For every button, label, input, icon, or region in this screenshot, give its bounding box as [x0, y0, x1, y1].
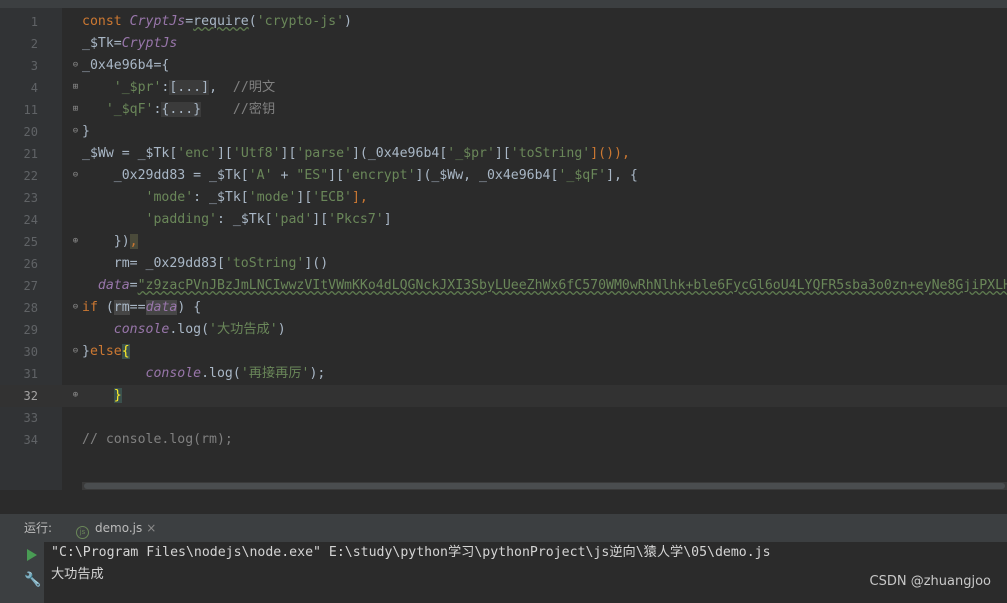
code-text: _$Ww = _$Tk['enc']['Utf8']['parse'](_0x4…: [82, 146, 630, 161]
code-text: // console.log(rm);: [82, 432, 233, 447]
code-line[interactable]: 3 ⊖ _0x4e96b4={: [0, 55, 1007, 77]
fold-marker-icon[interactable]: ⊖: [71, 171, 80, 180]
fold-marker-icon[interactable]: ⊞: [71, 83, 80, 92]
code-line[interactable]: 24 'padding': _$Tk['pad']['Pkcs7']: [0, 209, 1007, 231]
folded-region[interactable]: [...]: [169, 80, 210, 95]
line-number: 1: [30, 15, 38, 29]
fold-marker-icon[interactable]: ⊖: [71, 303, 80, 312]
code-text: '_$pr':[...], //明文: [113, 80, 276, 95]
wrench-icon[interactable]: 🔧: [24, 572, 41, 588]
code-line[interactable]: 29 console.log('大功告成'): [0, 319, 1007, 341]
fold-marker-icon[interactable]: ⊕: [71, 391, 80, 400]
code-text: }: [82, 124, 90, 139]
code-line[interactable]: 31 console.log('再接再厉');: [0, 363, 1007, 385]
line-number: 26: [23, 257, 38, 271]
code-text: }: [82, 385, 122, 407]
fold-marker-icon[interactable]: ⊖: [71, 347, 80, 356]
fold-marker-icon[interactable]: ⊕: [71, 237, 80, 246]
line-number: 24: [23, 213, 38, 227]
code-editor[interactable]: 1 const CryptJs=require('crypto-js') 2 _…: [0, 8, 1007, 490]
line-number: 2: [30, 37, 38, 51]
line-number: 23: [23, 191, 38, 205]
code-line[interactable]: 33: [0, 407, 1007, 429]
code-text: _$Tk=CryptJs: [82, 36, 178, 51]
line-number: 25: [23, 235, 38, 249]
code-line[interactable]: 23 'mode': _$Tk['mode']['ECB'],: [0, 187, 1007, 209]
line-number: 29: [23, 323, 38, 337]
code-line[interactable]: 22 ⊖ _0x29dd83 = _$Tk['A' + "ES"]['encry…: [0, 165, 1007, 187]
line-number: 3: [30, 59, 38, 73]
code-text: console.log('再接再厉');: [145, 366, 326, 381]
line-number: 28: [23, 301, 38, 315]
folded-region[interactable]: {...}: [161, 102, 202, 117]
line-number: 27: [23, 279, 38, 293]
code-line[interactable]: 4 ⊞ '_$pr':[...], //明文: [0, 77, 1007, 99]
run-toolbar: 运行: js demo.js ×: [0, 514, 1007, 543]
code-line[interactable]: 28 ⊖ if (rm==data) {: [0, 297, 1007, 319]
run-tab-demo-js[interactable]: js demo.js ×: [70, 514, 162, 542]
line-number: 4: [30, 81, 38, 95]
line-number: 31: [23, 367, 38, 381]
editor-tab-strip: [0, 0, 1007, 8]
run-tab-label: demo.js: [95, 521, 143, 535]
horizontal-scrollbar[interactable]: [82, 482, 1007, 490]
fold-marker-icon[interactable]: ⊖: [71, 127, 80, 136]
matched-brace: }: [113, 388, 122, 403]
code-text: }),: [113, 234, 138, 249]
line-number: 33: [23, 411, 38, 425]
console-command-line: "C:\Program Files\nodejs\node.exe" E:\st…: [51, 545, 771, 560]
code-line[interactable]: 27 data="z9zacPVnJBzJmLNCIwwzVItVWmKKo4d…: [0, 275, 1007, 297]
code-text: rm= _0x29dd83['toString'](): [82, 256, 329, 271]
console-output-line: 大功告成: [51, 567, 104, 582]
code-text: data="z9zacPVnJBzJmLNCIwwzVItVWmKKo4dLQG…: [97, 278, 1007, 293]
run-label: 运行:: [24, 521, 53, 535]
code-text: '_$qF':{...} //密钥: [105, 102, 276, 117]
close-icon[interactable]: ×: [146, 521, 156, 535]
line-number: 30: [23, 345, 38, 359]
scrollbar-thumb[interactable]: [84, 483, 1005, 489]
line-number: 22: [23, 169, 38, 183]
code-text: if (rm==data) {: [82, 300, 202, 315]
code-line[interactable]: 2 _$Tk=CryptJs: [0, 33, 1007, 55]
code-line[interactable]: 26 rm= _0x29dd83['toString'](): [0, 253, 1007, 275]
line-number: 32: [23, 389, 38, 403]
code-line-current[interactable]: 32 ⊕ }: [0, 385, 1007, 407]
run-console[interactable]: 🔧 "C:\Program Files\nodejs\node.exe" E:\…: [0, 542, 1007, 603]
js-file-icon: js: [76, 526, 89, 539]
code-text: }else{: [82, 344, 130, 359]
code-line[interactable]: 34 // console.log(rm);: [0, 429, 1007, 451]
line-number: 20: [23, 125, 38, 139]
code-line[interactable]: 20 ⊖ }: [0, 121, 1007, 143]
watermark: CSDN @zhuangjoo: [869, 574, 991, 589]
panel-divider: [0, 490, 1007, 514]
code-text: console.log('大功告成'): [113, 322, 286, 337]
line-number: 34: [23, 433, 38, 447]
code-line[interactable]: 25 ⊕ }),: [0, 231, 1007, 253]
console-toolbar: 🔧: [0, 542, 44, 603]
line-number: 21: [23, 147, 38, 161]
fold-marker-icon[interactable]: ⊖: [71, 61, 80, 70]
code-line[interactable]: 30 ⊖ }else{: [0, 341, 1007, 363]
code-text: 'mode': _$Tk['mode']['ECB'],: [145, 190, 368, 205]
fold-marker-icon[interactable]: ⊞: [71, 105, 80, 114]
code-text: _0x29dd83 = _$Tk['A' + "ES"]['encrypt'](…: [82, 168, 638, 183]
code-line[interactable]: 1 const CryptJs=require('crypto-js'): [0, 11, 1007, 33]
line-number: 11: [23, 103, 38, 117]
code-text: const CryptJs=require('crypto-js'): [82, 14, 352, 29]
code-text: 'padding': _$Tk['pad']['Pkcs7']: [145, 212, 392, 227]
play-icon[interactable]: [27, 549, 37, 561]
code-line[interactable]: 21 _$Ww = _$Tk['enc']['Utf8']['parse'](_…: [0, 143, 1007, 165]
code-text: _0x4e96b4={: [82, 58, 170, 73]
code-line[interactable]: 11 ⊞ '_$qF':{...} //密钥: [0, 99, 1007, 121]
